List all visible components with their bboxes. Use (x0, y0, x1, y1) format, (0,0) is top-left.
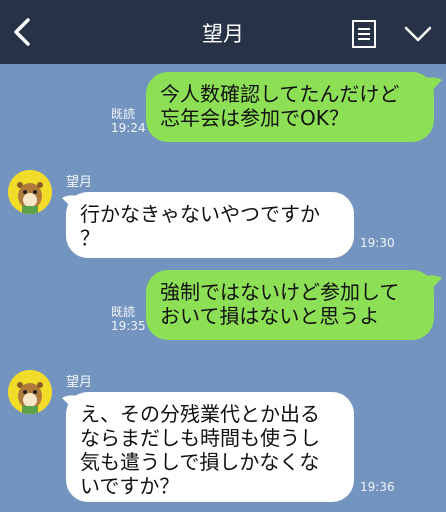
message-bubble[interactable]: 今人数確認してたんだけど 忘年会は参加でOK？ (146, 72, 434, 142)
expand-button[interactable] (398, 18, 438, 50)
read-receipt: 既読 (111, 305, 136, 319)
sender-name: 望月 (66, 375, 93, 390)
bubble-tail (424, 275, 442, 294)
chevron-down-icon (404, 26, 432, 42)
message-line: え、その分残業代とか出る (80, 402, 320, 426)
message-line: ならまだしも時間も使うし (80, 426, 320, 450)
message-line: 忘年会は参加でOK？ (160, 106, 349, 130)
hamster-avatar-icon (8, 370, 52, 414)
sender-name: 望月 (66, 175, 93, 190)
message-line: いですか？ (80, 474, 180, 498)
chat-header: 望月 (0, 0, 446, 64)
message-time: 19:24 (111, 121, 146, 135)
avatar[interactable] (8, 370, 52, 414)
message-bubble[interactable]: 強制ではないけど参加して おいて損はないと思うよ (146, 270, 434, 340)
message-line: おいて損はないと思うよ (160, 304, 380, 328)
bubble-tail (424, 77, 442, 96)
message-list[interactable]: 既読 19:24 今人数確認してたんだけど 忘年会は参加でOK？ 望月 行かなき… (0, 64, 446, 512)
hamster-avatar-icon (8, 170, 52, 214)
message-bubble[interactable]: 行かなきゃないやつですか ？ (66, 192, 354, 258)
avatar[interactable] (8, 170, 52, 214)
message-line: 今人数確認してたんだけど (160, 82, 400, 106)
message-line: 気も遣うしで損しかなくな (80, 450, 320, 474)
message-line: 強制ではないけど参加して (160, 280, 400, 304)
note-menu-button[interactable] (348, 18, 380, 50)
note-list-icon (352, 20, 376, 48)
message-time: 19:36 (360, 480, 395, 494)
read-receipt: 既読 (111, 107, 136, 121)
message-time: 19:30 (360, 236, 395, 250)
message-line: ？ (80, 226, 100, 250)
message-line: 行かなきゃないやつですか (80, 202, 320, 226)
message-time: 19:35 (111, 319, 146, 333)
message-bubble[interactable]: え、その分残業代とか出る ならまだしも時間も使うし 気も遣うしで損しかなくな い… (66, 392, 354, 502)
